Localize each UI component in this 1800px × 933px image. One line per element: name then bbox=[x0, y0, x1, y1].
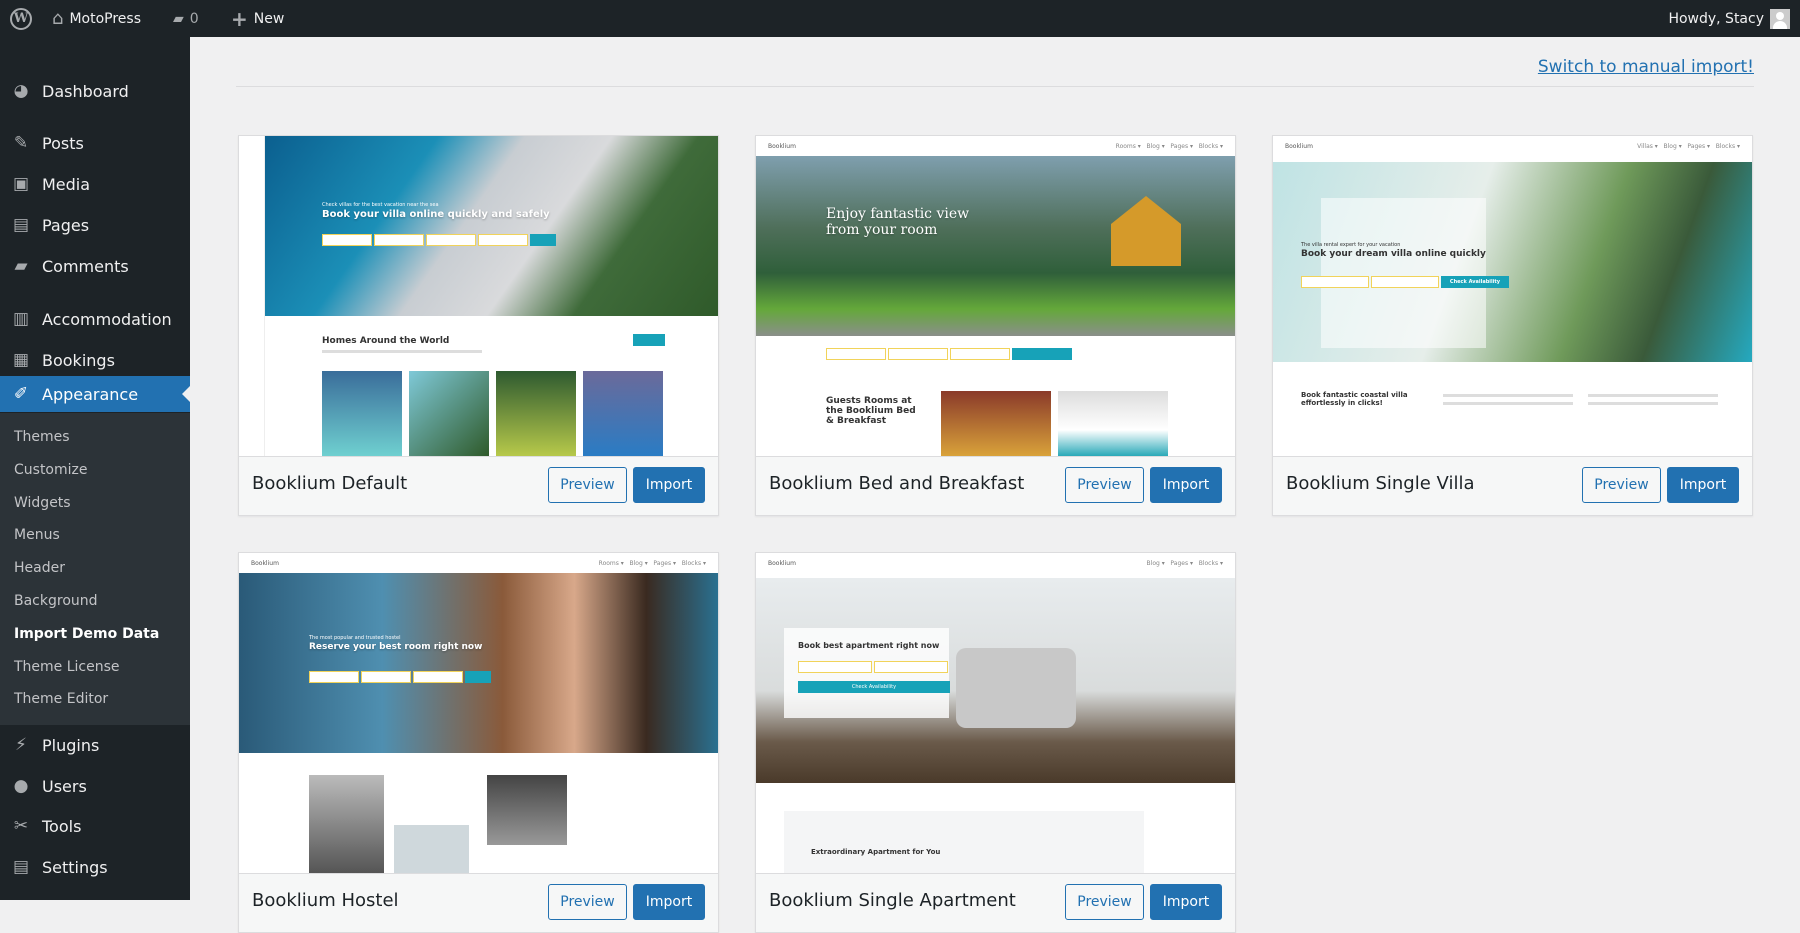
sidebar-item-comments[interactable]: ▰ Comments bbox=[0, 248, 190, 284]
sidebar-item-label: Settings bbox=[42, 857, 108, 877]
demo-screenshot[interactable]: Booklium Blog ▾ Pages ▾ Blocks ▾ Book bes… bbox=[756, 553, 1235, 873]
demo-screenshot[interactable]: Booklium Rooms ▾ Blog ▾ Pages ▾ Blocks ▾ … bbox=[239, 553, 718, 873]
demo-card-footer: Booklium Single Villa Preview Import bbox=[1273, 456, 1752, 515]
sidebar-item-media[interactable]: ▣ Media bbox=[0, 166, 190, 202]
preview-button[interactable]: Preview bbox=[1582, 467, 1661, 503]
pages-icon: ▤ bbox=[12, 215, 30, 235]
sidebar-item-label: Users bbox=[42, 776, 87, 796]
calendar-icon: ▦ bbox=[12, 350, 30, 370]
plug-icon: ⚡ bbox=[15, 735, 27, 755]
comment-icon: ▰ bbox=[14, 256, 28, 276]
pin-icon: ✎ bbox=[13, 133, 29, 153]
demo-title: Booklium Bed and Breakfast bbox=[769, 473, 1025, 494]
submenu-item-customize[interactable]: Customize bbox=[14, 462, 88, 478]
plus-icon: + bbox=[231, 6, 248, 31]
new-content-link[interactable]: + New bbox=[231, 0, 284, 37]
sidebar-item-label: Comments bbox=[42, 256, 129, 276]
submenu-item-themes[interactable]: Themes bbox=[14, 429, 70, 445]
sidebar-item-pages[interactable]: ▤ Pages bbox=[0, 207, 190, 243]
user-icon: ● bbox=[13, 776, 29, 796]
submenu-item-theme-license[interactable]: Theme License bbox=[14, 659, 120, 675]
building-icon: ▥ bbox=[12, 309, 30, 329]
submenu-item-import-demo-data[interactable]: Import Demo Data bbox=[14, 626, 159, 642]
media-icon: ▣ bbox=[12, 174, 30, 194]
sidebar-item-label: Tools bbox=[42, 816, 82, 836]
submenu-item-header[interactable]: Header bbox=[14, 560, 65, 576]
divider bbox=[236, 86, 1754, 87]
sidebar-item-label: Appearance bbox=[42, 384, 139, 404]
sidebar-item-plugins[interactable]: ⚡ Plugins bbox=[0, 727, 190, 763]
import-button[interactable]: Import bbox=[1150, 884, 1222, 920]
switch-to-manual-import-link[interactable]: Switch to manual import! bbox=[1538, 57, 1754, 77]
sidebar-item-label: Media bbox=[42, 174, 91, 194]
sidebar-item-appearance[interactable]: ✐ Appearance bbox=[0, 376, 190, 412]
demo-screenshot[interactable]: Booklium Villas ▾ Blog ▾ Pages ▾ Blocks ▾… bbox=[1273, 136, 1752, 456]
sidebar-item-label: Bookings bbox=[42, 350, 115, 370]
import-button[interactable]: Import bbox=[1150, 467, 1222, 503]
admin-bar: W ⌂ MotoPress ▰ 0 + New Howdy, Stacy bbox=[0, 0, 1800, 37]
demo-card-footer: Booklium Bed and Breakfast Preview Impor… bbox=[756, 456, 1235, 515]
paintbrush-icon: ✐ bbox=[13, 384, 29, 404]
sidebar-item-settings[interactable]: ▤ Settings bbox=[0, 849, 190, 885]
demo-card-footer: Booklium Single Apartment Preview Import bbox=[756, 873, 1235, 932]
demo-card-footer: Booklium Default Preview Import bbox=[239, 456, 718, 515]
demo-card-bed-and-breakfast: Booklium Rooms ▾ Blog ▾ Pages ▾ Blocks ▾ … bbox=[755, 135, 1236, 516]
demo-screenshot[interactable]: Check villas for the best vacation near … bbox=[239, 136, 718, 456]
demo-card-default: Check villas for the best vacation near … bbox=[238, 135, 719, 516]
demo-card-single-villa: Booklium Villas ▾ Blog ▾ Pages ▾ Blocks ▾… bbox=[1272, 135, 1753, 516]
sidebar-item-label: Pages bbox=[42, 215, 90, 235]
submenu-item-menus[interactable]: Menus bbox=[14, 527, 60, 543]
sidebar-item-label: Dashboard bbox=[42, 81, 129, 101]
sidebar-item-tools[interactable]: ✂ Tools bbox=[0, 808, 190, 844]
import-button[interactable]: Import bbox=[633, 467, 705, 503]
preview-button[interactable]: Preview bbox=[1065, 467, 1144, 503]
wrench-icon: ✂ bbox=[13, 816, 29, 836]
demo-screenshot[interactable]: Booklium Rooms ▾ Blog ▾ Pages ▾ Blocks ▾ … bbox=[756, 136, 1235, 456]
demo-card-footer: Booklium Hostel Preview Import bbox=[239, 873, 718, 932]
home-icon: ⌂ bbox=[52, 8, 64, 29]
demo-title: Booklium Single Villa bbox=[1286, 473, 1475, 494]
demo-title: Booklium Single Apartment bbox=[769, 890, 1016, 911]
import-button[interactable]: Import bbox=[633, 884, 705, 920]
submenu-item-theme-editor[interactable]: Theme Editor bbox=[14, 691, 108, 707]
sidebar-item-posts[interactable]: ✎ Posts bbox=[0, 125, 190, 161]
demo-card-single-apartment: Booklium Blog ▾ Pages ▾ Blocks ▾ Book bes… bbox=[755, 552, 1236, 933]
settings-icon: ▤ bbox=[12, 857, 30, 877]
appearance-submenu: Themes Customize Widgets Menus Header Backgro… bbox=[0, 413, 190, 725]
dashboard-icon: ◕ bbox=[13, 81, 29, 101]
demo-title: Booklium Hostel bbox=[252, 890, 399, 911]
wordpress-logo-icon[interactable]: W bbox=[10, 0, 32, 37]
sidebar-item-accommodation[interactable]: ▥ Accommodation bbox=[0, 301, 190, 337]
comment-icon: ▰ bbox=[173, 10, 184, 27]
site-name-link[interactable]: ⌂ MotoPress bbox=[52, 0, 141, 37]
comments-link[interactable]: ▰ 0 bbox=[173, 0, 199, 37]
account-menu[interactable]: Howdy, Stacy bbox=[1668, 0, 1790, 37]
preview-button[interactable]: Preview bbox=[548, 884, 627, 920]
avatar bbox=[1770, 8, 1790, 29]
import-button[interactable]: Import bbox=[1667, 467, 1739, 503]
sidebar-item-bookings[interactable]: ▦ Bookings bbox=[0, 342, 190, 378]
sidebar-item-users[interactable]: ● Users bbox=[0, 768, 190, 804]
admin-sidebar: Themes Customize Widgets Menus Header Backgro… bbox=[0, 37, 190, 900]
demo-card-hostel: Booklium Rooms ▾ Blog ▾ Pages ▾ Blocks ▾ … bbox=[238, 552, 719, 933]
preview-button[interactable]: Preview bbox=[1065, 884, 1144, 920]
submenu-item-background[interactable]: Background bbox=[14, 593, 98, 609]
sidebar-item-label: Plugins bbox=[42, 735, 100, 755]
submenu-item-widgets[interactable]: Widgets bbox=[14, 495, 71, 511]
sidebar-item-label: Posts bbox=[42, 133, 84, 153]
demo-title: Booklium Default bbox=[252, 473, 408, 494]
preview-button[interactable]: Preview bbox=[548, 467, 627, 503]
sidebar-item-dashboard[interactable]: ◕ Dashboard bbox=[0, 73, 190, 109]
sidebar-item-label: Accommodation bbox=[42, 309, 172, 329]
